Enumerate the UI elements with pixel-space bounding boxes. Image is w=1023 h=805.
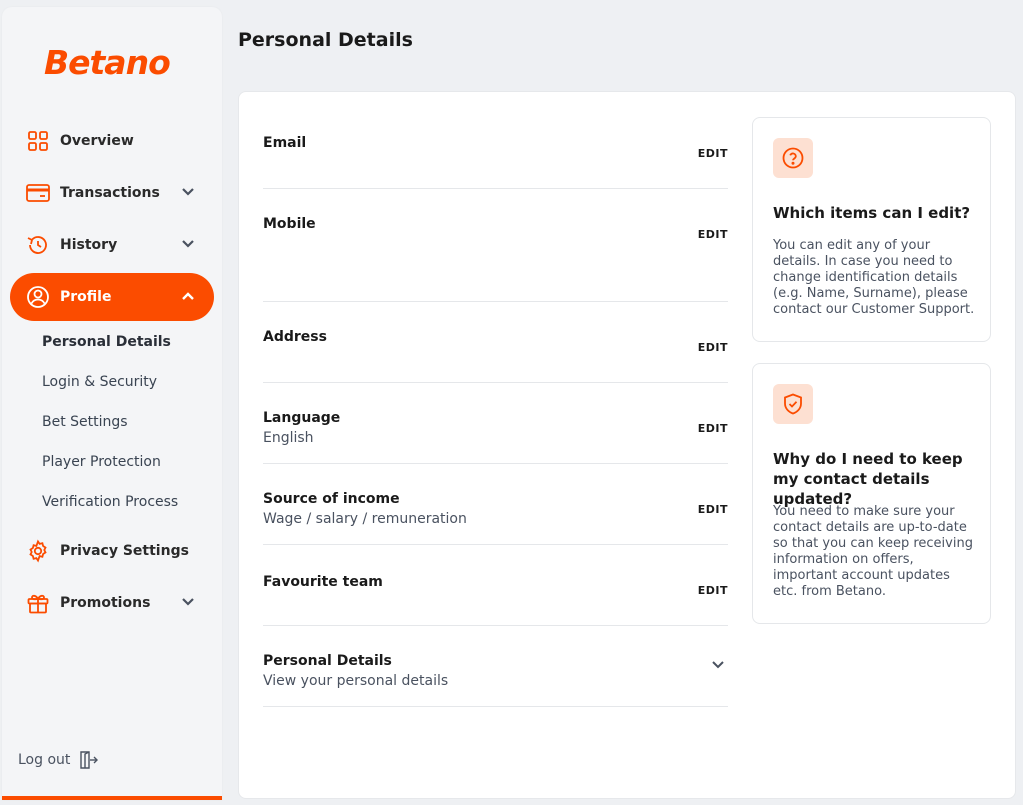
logout-button[interactable]: Log out [18, 750, 99, 770]
chevron-down-icon[interactable] [180, 594, 196, 610]
grid-icon [26, 129, 50, 153]
nav-profile-label: Profile [60, 289, 112, 305]
detail-row-source-of-income: Source of income Wage / salary / remuner… [263, 491, 728, 545]
info-card-editable-items: Which items can I edit? You can edit any… [752, 117, 991, 342]
sub-item-personal-details[interactable]: Personal Details [42, 334, 171, 350]
info-text: You can edit any of your details. In cas… [773, 238, 975, 317]
chevron-down-icon[interactable] [710, 657, 726, 673]
nav-history[interactable]: History [10, 221, 214, 269]
nav-transactions-label: Transactions [60, 185, 160, 201]
info-card-contact-details: Why do I need to keep my contact details… [752, 363, 991, 624]
detail-row-email: Email EDIT [263, 135, 728, 189]
info-title: Why do I need to keep my contact details… [773, 450, 963, 508]
nav-privacy-settings[interactable]: Privacy Settings [10, 527, 214, 575]
edit-mobile-button[interactable]: EDIT [698, 228, 728, 241]
betano-logo[interactable]: Betano [44, 43, 171, 82]
nav-transactions[interactable]: Transactions [10, 169, 214, 217]
personal-details-card: Email EDIT Mobile EDIT Address EDIT Lang… [238, 91, 1016, 799]
sidebar: Betano Overview Transactions History Pro… [2, 7, 222, 800]
nav-privacy-label: Privacy Settings [60, 543, 189, 559]
sub-item-player-protection[interactable]: Player Protection [42, 454, 161, 470]
chevron-down-icon[interactable] [180, 184, 196, 200]
detail-row-personal-details[interactable]: Personal Details View your personal deta… [263, 653, 728, 707]
info-text: You need to make sure your contact detai… [773, 504, 973, 599]
nav-overview[interactable]: Overview [10, 117, 214, 165]
edit-language-button[interactable]: EDIT [698, 422, 728, 435]
logout-label: Log out [18, 752, 71, 768]
edit-source-of-income-button[interactable]: EDIT [698, 503, 728, 516]
edit-address-button[interactable]: EDIT [698, 341, 728, 354]
nav-overview-label: Overview [60, 133, 134, 149]
detail-row-mobile: Mobile EDIT [263, 216, 728, 302]
sub-item-login-security[interactable]: Login & Security [42, 374, 157, 390]
nav-promotions-label: Promotions [60, 595, 151, 611]
gift-icon [26, 591, 50, 615]
chevron-up-icon[interactable] [180, 288, 196, 304]
edit-email-button[interactable]: EDIT [698, 147, 728, 160]
gear-icon [26, 539, 50, 563]
row-value: View your personal details [263, 673, 449, 689]
row-label: Source of income [263, 491, 400, 507]
row-label: Email [263, 135, 307, 151]
row-label: Address [263, 329, 327, 345]
nav-profile[interactable]: Profile [10, 273, 214, 321]
nav-promotions[interactable]: Promotions [10, 579, 214, 627]
row-label: Mobile [263, 216, 316, 232]
detail-row-language: Language English EDIT [263, 410, 728, 464]
row-label: Personal Details [263, 653, 392, 669]
row-label: Language [263, 410, 341, 426]
history-icon [26, 233, 50, 257]
logout-icon [80, 751, 99, 769]
detail-row-address: Address EDIT [263, 329, 728, 383]
row-value: Wage / salary / remuneration [263, 511, 467, 527]
row-label: Favourite team [263, 574, 383, 590]
question-circle-icon [773, 138, 813, 178]
sub-item-bet-settings[interactable]: Bet Settings [42, 414, 128, 430]
edit-favourite-team-button[interactable]: EDIT [698, 584, 728, 597]
user-circle-icon [26, 285, 50, 309]
credit-card-icon [26, 181, 50, 205]
info-title: Which items can I edit? [773, 204, 971, 222]
page-title: Personal Details [238, 29, 413, 51]
chevron-down-icon[interactable] [180, 236, 196, 252]
nav-history-label: History [60, 237, 118, 253]
sub-item-verification-process[interactable]: Verification Process [42, 494, 178, 510]
row-value: English [263, 430, 314, 446]
shield-check-icon [773, 384, 813, 424]
detail-row-favourite-team: Favourite team EDIT [263, 574, 728, 626]
